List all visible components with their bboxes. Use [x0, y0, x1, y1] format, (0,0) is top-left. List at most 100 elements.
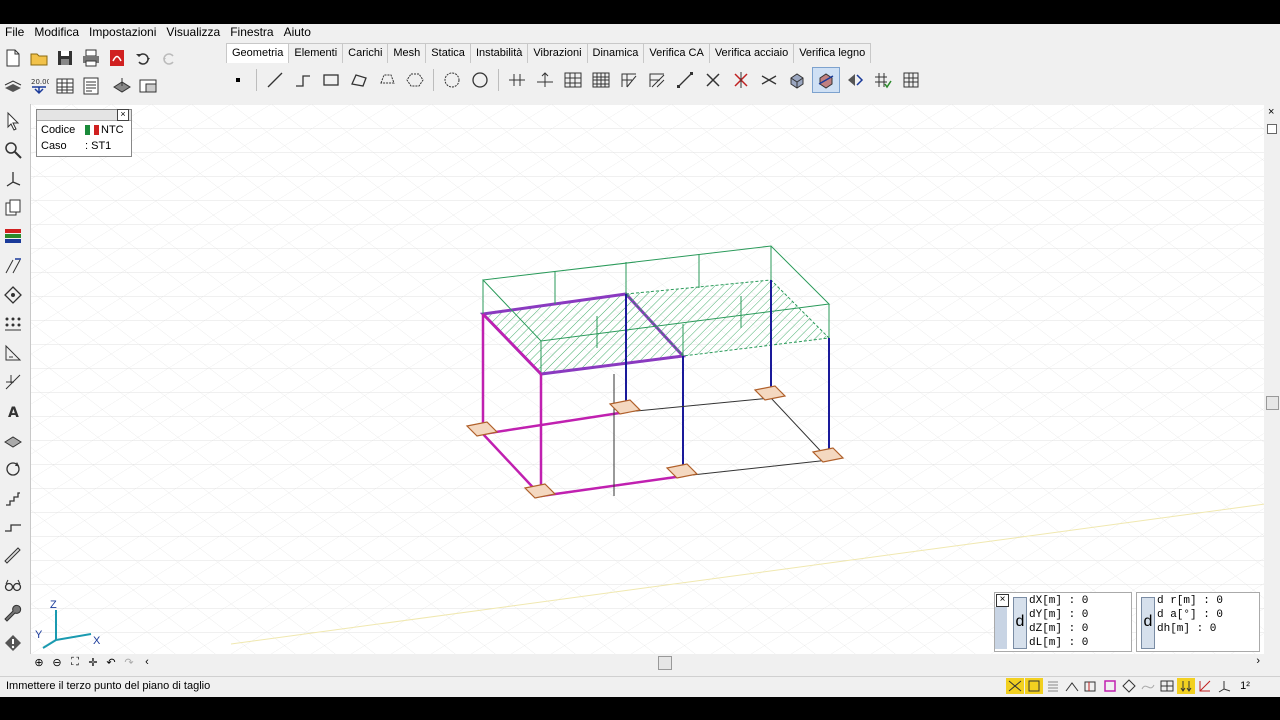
axes-icon[interactable] [0, 164, 26, 193]
close-icon[interactable]: × [117, 109, 129, 121]
text-label-icon[interactable]: A [0, 396, 26, 425]
zoom-icon[interactable] [0, 135, 26, 164]
grid-toggle-icon[interactable] [1158, 678, 1176, 694]
tab-mesh[interactable]: Mesh [387, 43, 427, 63]
power-label[interactable]: 1² [1234, 678, 1256, 694]
skew-grid-2-icon[interactable] [644, 68, 670, 92]
node-move-icon[interactable] [0, 280, 26, 309]
grid-frame-icon[interactable] [898, 68, 924, 92]
menu-aiuto[interactable]: Aiuto [279, 24, 316, 41]
polyline-icon[interactable] [290, 68, 316, 92]
section-view-icon[interactable] [842, 68, 868, 92]
tab-verifica-ca[interactable]: Verifica CA [643, 43, 710, 63]
beam-tool-icon[interactable] [0, 367, 26, 396]
new-file-icon[interactable] [1, 46, 25, 70]
close-icon[interactable]: × [996, 594, 1009, 607]
wrench-icon[interactable] [0, 599, 26, 628]
tab-carichi[interactable]: Carichi [342, 43, 389, 63]
cut-plane-active-icon[interactable] [812, 67, 840, 93]
wall-icon[interactable] [0, 512, 26, 541]
view-options-icon[interactable] [136, 74, 160, 98]
copy-icon[interactable] [0, 193, 26, 222]
tab-verifica-acciaio[interactable]: Verifica acciaio [708, 43, 795, 63]
menu-modifica[interactable]: Modifica [29, 24, 84, 41]
model-canvas[interactable]: Z Y X [30, 104, 1265, 654]
dotted-polygon-icon[interactable] [374, 68, 400, 92]
circle-dotted-icon[interactable] [439, 68, 465, 92]
grid-check-icon[interactable] [870, 68, 896, 92]
slab-icon[interactable] [0, 425, 26, 454]
circle-icon[interactable] [467, 68, 493, 92]
menu-visualizza[interactable]: Visualizza [161, 24, 225, 41]
zoom-extents-icon[interactable]: ⛶ [66, 655, 84, 669]
horizontal-scrollbar[interactable]: ⊕ ⊖ ⛶ ✛ ↶ ↷ ‹ › [30, 654, 1264, 670]
snap-mid-icon[interactable] [1025, 678, 1043, 694]
stairs-icon[interactable] [0, 483, 26, 512]
tab-geometria[interactable]: Geometria [226, 43, 290, 63]
vertical-scrollbar[interactable]: × [1264, 104, 1280, 654]
table-icon[interactable] [53, 74, 77, 98]
tab-instabilita[interactable]: Instabilità [469, 43, 529, 63]
info-icon[interactable] [0, 628, 26, 657]
color-layers-icon[interactable] [0, 222, 26, 251]
horizontal-scroll-thumb[interactable] [658, 656, 672, 670]
snap-end-icon[interactable] [1006, 678, 1024, 694]
glasses-icon[interactable] [0, 570, 26, 599]
snap-perp-icon[interactable] [1063, 678, 1081, 694]
snap-curve-icon[interactable] [1139, 678, 1157, 694]
snap-list-icon[interactable] [1044, 678, 1062, 694]
split-line-icon[interactable] [504, 68, 530, 92]
pan-icon[interactable]: ✛ [84, 655, 102, 669]
scroll-left-icon[interactable]: ‹ [138, 655, 156, 669]
ucs-icon[interactable] [1215, 678, 1233, 694]
solid-3d-icon[interactable] [784, 68, 810, 92]
delete-node-icon[interactable] [728, 68, 754, 92]
trim-icon[interactable] [756, 68, 782, 92]
undo-icon[interactable] [131, 46, 155, 70]
tab-vibrazioni[interactable]: Vibrazioni [527, 43, 588, 63]
close-icon[interactable]: × [1268, 106, 1274, 118]
point-icon[interactable] [225, 68, 251, 92]
snap-diamond-icon[interactable] [1120, 678, 1138, 694]
scroll-right-icon[interactable]: › [1256, 655, 1260, 667]
restore-icon[interactable] [1267, 124, 1277, 134]
rotate-icon[interactable] [0, 454, 26, 483]
grid-icon[interactable] [560, 68, 586, 92]
tab-statica[interactable]: Statica [425, 43, 471, 63]
grid-dense-icon[interactable] [588, 68, 614, 92]
print-icon[interactable] [79, 46, 103, 70]
node-grid-icon[interactable] [0, 309, 26, 338]
ortho-toggle-icon[interactable] [1177, 678, 1195, 694]
menu-file[interactable]: File [0, 24, 29, 41]
triangle-measure-icon[interactable] [0, 338, 26, 367]
vertical-scroll-thumb[interactable] [1266, 396, 1279, 410]
pdf-icon[interactable] [105, 46, 129, 70]
snap-model-icon[interactable] [1082, 678, 1100, 694]
open-folder-icon[interactable] [27, 46, 51, 70]
polar-toggle-icon[interactable] [1196, 678, 1214, 694]
redo-icon[interactable] [157, 46, 181, 70]
hexagon-icon[interactable] [402, 68, 428, 92]
zoom-next-icon[interactable]: ↷ [120, 655, 138, 669]
menu-impostazioni[interactable]: Impostazioni [84, 24, 161, 41]
menu-finestra[interactable]: Finestra [225, 24, 278, 41]
line-icon[interactable] [262, 68, 288, 92]
report-icon[interactable] [79, 74, 103, 98]
tab-elementi[interactable]: Elementi [288, 43, 344, 63]
zoom-previous-icon[interactable]: ↶ [102, 655, 120, 669]
dimension-icon[interactable]: 20.00 [27, 74, 51, 98]
snap-magenta-icon[interactable] [1101, 678, 1119, 694]
polygon-icon[interactable] [346, 68, 372, 92]
plane-cut-icon[interactable] [110, 74, 134, 98]
ruler-icon[interactable] [0, 541, 26, 570]
delete-cross-icon[interactable] [700, 68, 726, 92]
zoom-out-icon[interactable]: ⊖ [48, 655, 66, 669]
layers-icon[interactable] [1, 74, 25, 98]
save-icon[interactable] [53, 46, 77, 70]
skew-grid-icon[interactable] [616, 68, 642, 92]
select-arrow-icon[interactable] [0, 106, 26, 135]
dimension-arrows-icon[interactable] [0, 251, 26, 280]
zoom-in-icon[interactable]: ⊕ [30, 655, 48, 669]
divide-line-icon[interactable] [532, 68, 558, 92]
tab-verifica-legno[interactable]: Verifica legno [793, 43, 872, 63]
